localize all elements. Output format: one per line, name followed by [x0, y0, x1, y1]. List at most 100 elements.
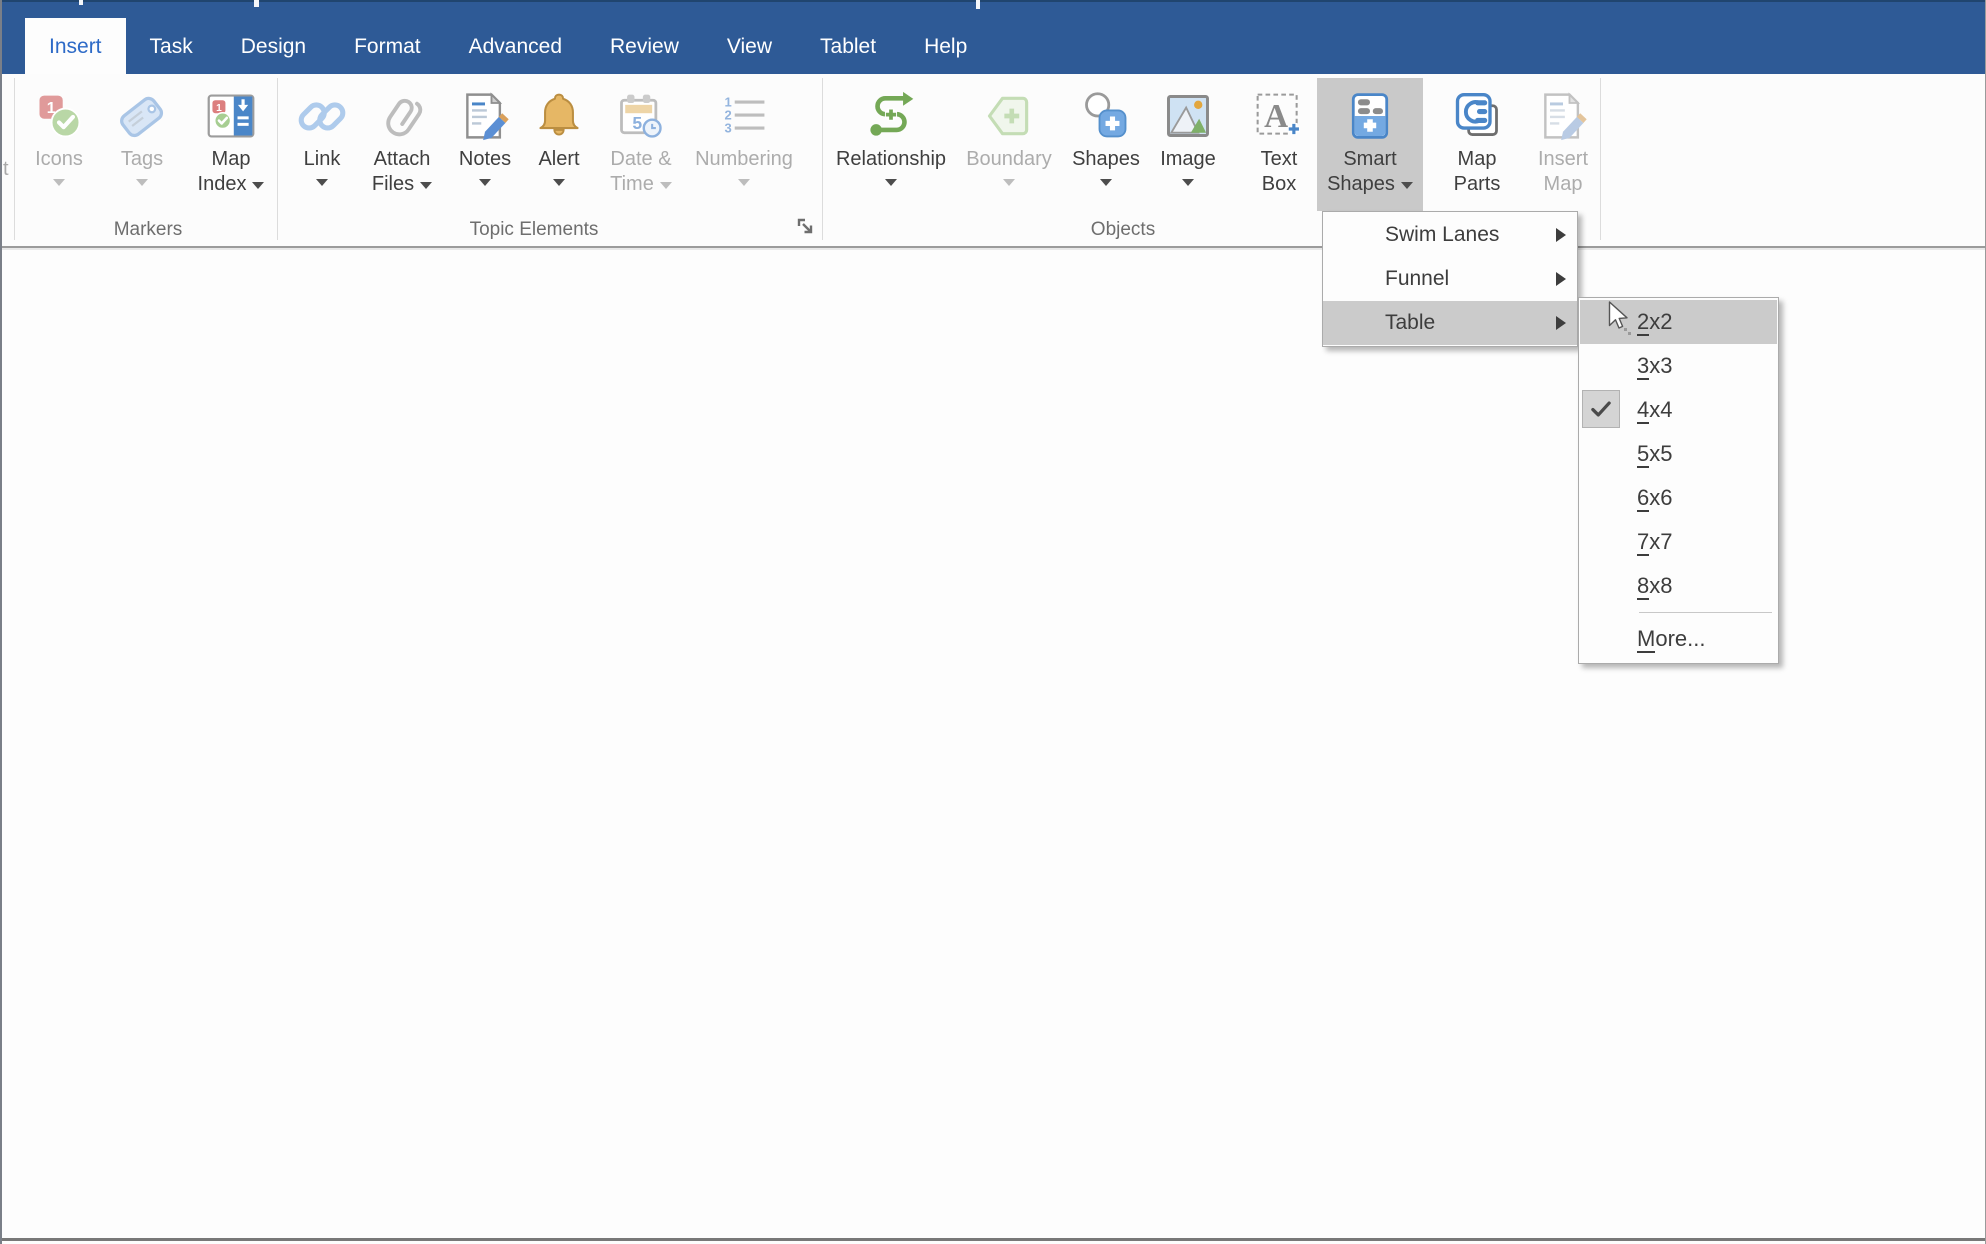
map-index-icon: 1 — [205, 85, 257, 147]
menu-item-label: x7 — [1649, 529, 1673, 554]
button-label: Alert — [538, 148, 580, 170]
accelerator-char: 7 — [1637, 529, 1650, 556]
menu-item-table[interactable]: Table — [1323, 301, 1577, 345]
button-label: Notes — [458, 148, 512, 170]
menu-item-swim-lanes[interactable]: Swim Lanes — [1323, 213, 1577, 257]
tab-advanced[interactable]: Advanced — [445, 18, 586, 74]
submenu-item-6x6[interactable]: 6x6 — [1580, 476, 1777, 520]
submenu-item-7x7[interactable]: 7x7 — [1580, 520, 1777, 564]
group-label-topic-elements: Topic Elements — [469, 219, 599, 240]
window-top-border — [0, 0, 1986, 2]
dropdown-caret-icon — [884, 179, 897, 186]
dropdown-caret-icon — [252, 182, 265, 189]
notes-icon — [459, 85, 511, 147]
link-button[interactable]: Link — [286, 78, 358, 211]
ribbon-group-markers: 1 Icons Tags 1 Map Index Markers — [15, 78, 277, 244]
boundary-icon — [983, 85, 1035, 147]
menu-item-label: Swim Lanes — [1385, 223, 1500, 246]
button-label: Map Index — [197, 148, 251, 195]
relationship-button[interactable]: Relationship — [827, 78, 955, 211]
image-button[interactable]: Image — [1149, 78, 1227, 211]
date-time-button[interactable]: 5 Date & Time — [594, 78, 688, 211]
submenu-arrow-icon — [1556, 228, 1566, 242]
button-label: Insert Map — [1537, 148, 1589, 195]
submenu-item-more[interactable]: More... — [1580, 617, 1777, 661]
checkmark-icon — [1582, 390, 1620, 428]
menu-item-label: x2 — [1649, 309, 1673, 334]
attach-files-button[interactable]: Attach Files — [358, 78, 446, 211]
menu-item-label: Table — [1385, 311, 1436, 334]
image-icon — [1162, 85, 1214, 147]
group-label-objects: Objects — [1090, 219, 1156, 240]
tab-format[interactable]: Format — [330, 18, 445, 74]
tab-task[interactable]: Task — [126, 18, 217, 74]
svg-text:5: 5 — [632, 113, 642, 133]
cropped-button-label: t — [3, 158, 9, 180]
notes-button[interactable]: Notes — [446, 78, 524, 211]
submenu-arrow-icon — [1556, 272, 1566, 286]
calendar-clock-icon: 5 — [615, 85, 667, 147]
tab-insert[interactable]: Insert — [25, 18, 126, 74]
group-label-markers: Markers — [113, 219, 183, 240]
tags-button[interactable]: Tags — [101, 78, 183, 211]
dropdown-caret-icon — [553, 179, 565, 186]
dropdown-caret-icon — [136, 179, 148, 186]
tab-review[interactable]: Review — [586, 18, 703, 74]
dropdown-caret-icon — [420, 182, 433, 189]
boundary-button[interactable]: Boundary — [955, 78, 1063, 211]
numbering-button[interactable]: 1 2 3 Numbering — [688, 78, 800, 211]
accelerator-char: M — [1637, 626, 1656, 653]
ribbon: t 1 Icons Tags 1 Map Index Markers Link … — [0, 74, 1986, 248]
accelerator-char: 5 — [1637, 441, 1650, 468]
tab-design[interactable]: Design — [217, 18, 330, 74]
menu-item-label: ore... — [1655, 626, 1706, 651]
tab-help[interactable]: Help — [900, 18, 991, 74]
icons-button[interactable]: 1 Icons — [17, 78, 101, 211]
window-left-border — [0, 0, 2, 1244]
submenu-item-5x5[interactable]: 5x5 — [1580, 432, 1777, 476]
button-label: Image — [1160, 148, 1216, 170]
text-box-button[interactable]: A Text Box — [1241, 78, 1317, 211]
numbered-list-icon: 1 2 3 — [718, 85, 770, 147]
button-label: Numbering — [695, 148, 793, 170]
alert-button[interactable]: Alert — [524, 78, 594, 211]
submenu-item-8x8[interactable]: 8x8 — [1580, 564, 1777, 608]
button-label: Link — [303, 148, 341, 170]
accelerator-char: 3 — [1637, 353, 1650, 380]
accelerator-char: 6 — [1637, 485, 1650, 512]
table-submenu: 2x2 3x3 4x4 5x5 6x6 7x7 8x8 More... — [1578, 297, 1779, 664]
tab-tablet[interactable]: Tablet — [796, 18, 900, 74]
menu-item-funnel[interactable]: Funnel — [1323, 257, 1577, 301]
relationship-icon — [864, 85, 918, 147]
dropdown-caret-icon — [315, 179, 328, 186]
menu-item-label: x6 — [1649, 485, 1673, 510]
window-edge-artifact — [976, 0, 980, 9]
svg-text:3: 3 — [725, 121, 732, 136]
dropdown-caret-icon — [737, 179, 750, 186]
menu-item-label: Funnel — [1385, 267, 1450, 290]
button-label: Boundary — [966, 148, 1052, 170]
icons-marker-icon: 1 — [33, 85, 85, 147]
dialog-launcher-icon[interactable] — [795, 216, 819, 240]
insert-map-button[interactable]: Insert Map — [1523, 78, 1603, 211]
dropdown-caret-icon — [479, 179, 491, 186]
smart-shapes-button[interactable]: Smart Shapes — [1317, 78, 1423, 211]
map-parts-icon — [1451, 85, 1503, 147]
tab-view[interactable]: View — [703, 18, 796, 74]
shapes-button[interactable]: Shapes — [1063, 78, 1149, 211]
window-edge-artifact — [79, 0, 83, 5]
submenu-item-3x3[interactable]: 3x3 — [1580, 344, 1777, 388]
submenu-arrow-icon — [1556, 316, 1566, 330]
menu-separator — [1639, 612, 1772, 613]
button-label: Shapes — [1072, 148, 1140, 170]
text-box-icon: A — [1253, 85, 1305, 147]
button-label: Smart Shapes — [1327, 148, 1397, 195]
dropdown-caret-icon — [1182, 179, 1194, 186]
map-parts-button[interactable]: Map Parts — [1437, 78, 1517, 211]
window-edge-artifact — [254, 0, 259, 7]
shapes-icon — [1080, 85, 1132, 147]
window-bottom-border — [0, 1238, 1986, 1241]
dropdown-caret-icon — [53, 179, 65, 186]
map-index-button[interactable]: 1 Map Index — [183, 78, 279, 211]
submenu-item-4x4[interactable]: 4x4 — [1580, 388, 1777, 432]
